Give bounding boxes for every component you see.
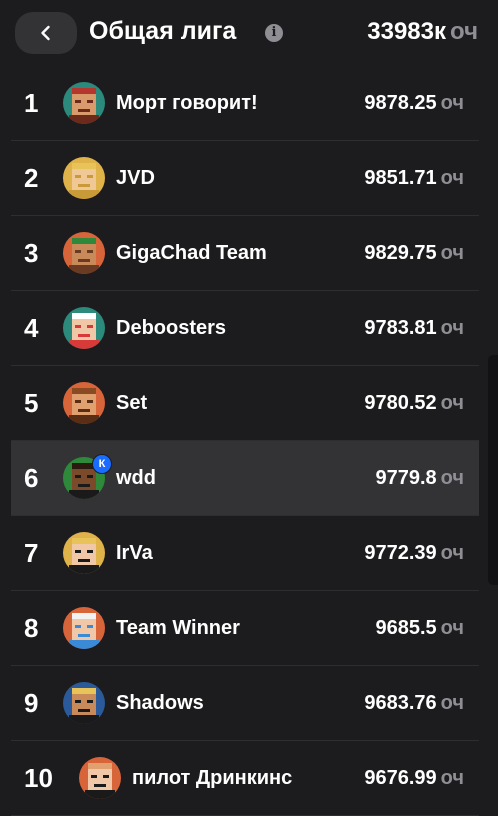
team-score: 9780.52 оч bbox=[364, 366, 464, 441]
avatar bbox=[63, 607, 105, 649]
leaderboard-row[interactable]: 1 Морт говорит! 9878.25 оч bbox=[11, 66, 479, 141]
avatar bbox=[63, 682, 105, 724]
team-score: 9878.25 оч bbox=[364, 66, 464, 141]
score-unit: оч bbox=[440, 392, 464, 414]
leaderboard-row[interactable]: 9 Shadows 9683.76 оч bbox=[11, 666, 479, 741]
avatar bbox=[63, 382, 105, 424]
score-unit: оч bbox=[440, 542, 464, 564]
avatar bbox=[63, 157, 105, 199]
rank-number: 3 bbox=[24, 238, 39, 268]
total-value: 33983к bbox=[367, 18, 446, 45]
team-name: Team Winner bbox=[116, 617, 240, 639]
leaderboard-row[interactable]: 5 Set 9780.52 оч bbox=[11, 366, 479, 441]
score-unit: оч bbox=[440, 467, 464, 489]
rank-number: 10 bbox=[24, 763, 53, 793]
header: Общая лига i 33983к оч bbox=[0, 0, 498, 66]
team-score: 9779.8 оч bbox=[375, 441, 464, 516]
avatar bbox=[63, 232, 105, 274]
score-value: 9676.99 bbox=[364, 767, 437, 789]
leaderboard-row[interactable]: 7 IrVa 9772.39 оч bbox=[11, 516, 479, 591]
leaderboard-row[interactable]: 10 пилот Дринкинс 9676.99 оч bbox=[11, 741, 479, 816]
score-unit: оч bbox=[440, 692, 464, 714]
rank-number: 7 bbox=[24, 538, 39, 568]
score-value: 9783.81 bbox=[364, 317, 437, 339]
back-button[interactable] bbox=[15, 12, 77, 54]
total-unit: оч bbox=[450, 18, 478, 45]
avatar bbox=[79, 757, 121, 799]
team-name: Set bbox=[116, 392, 148, 414]
team-score: 9676.99 оч bbox=[364, 741, 464, 816]
rank-number: 5 bbox=[24, 388, 39, 418]
leaderboard-row[interactable]: 3 GigaChad Team 9829.75 оч bbox=[11, 216, 479, 291]
team-name: Морт говорит! bbox=[116, 92, 258, 114]
score-value: 9772.39 bbox=[364, 542, 437, 564]
avatar bbox=[63, 532, 105, 574]
total-score: 33983к оч bbox=[367, 18, 478, 46]
leaderboard-row[interactable]: 8 Team Winner 9685.5 оч bbox=[11, 591, 479, 666]
team-score: 9685.5 оч bbox=[375, 591, 464, 666]
score-value: 9829.75 bbox=[364, 242, 437, 264]
team-name: Deboosters bbox=[116, 317, 227, 339]
score-value: 9779.8 bbox=[375, 467, 437, 489]
score-value: 9685.5 bbox=[375, 617, 437, 639]
team-score: 9772.39 оч bbox=[364, 516, 464, 591]
leaderboard-row[interactable]: 2 JVD 9851.71 оч bbox=[11, 141, 479, 216]
scrollbar[interactable] bbox=[488, 355, 498, 585]
score-value: 9851.71 bbox=[364, 167, 437, 189]
team-score: 9829.75 оч bbox=[364, 216, 464, 291]
score-value: 9683.76 bbox=[364, 692, 437, 714]
team-name: IrVa bbox=[116, 542, 153, 564]
info-icon[interactable]: i bbox=[265, 24, 283, 42]
score-unit: оч bbox=[440, 767, 464, 789]
score-unit: оч bbox=[440, 242, 464, 264]
leaderboard-row-current-user[interactable]: 6 К wdd 9779.8 оч bbox=[11, 441, 479, 516]
captain-badge: К bbox=[92, 454, 112, 474]
score-value: 9878.25 bbox=[364, 92, 437, 114]
score-unit: оч bbox=[440, 167, 464, 189]
avatar bbox=[63, 307, 105, 349]
team-name: GigaChad Team bbox=[116, 242, 267, 264]
rank-number: 2 bbox=[24, 163, 39, 193]
rank-number: 9 bbox=[24, 688, 39, 718]
rank-number: 8 bbox=[24, 613, 39, 643]
rank-number: 1 bbox=[24, 88, 39, 118]
team-score: 9851.71 оч bbox=[364, 141, 464, 216]
team-name: Shadows bbox=[116, 692, 204, 714]
rank-number: 4 bbox=[24, 313, 39, 343]
avatar bbox=[63, 82, 105, 124]
chevron-left-icon bbox=[41, 25, 50, 41]
team-name: wdd bbox=[116, 467, 156, 489]
rank-number: 6 bbox=[24, 463, 39, 493]
team-name: JVD bbox=[116, 167, 155, 189]
leaderboard-row[interactable]: 4 Deboosters 9783.81 оч bbox=[11, 291, 479, 366]
score-unit: оч bbox=[440, 92, 464, 114]
score-unit: оч bbox=[440, 617, 464, 639]
score-value: 9780.52 bbox=[364, 392, 437, 414]
page-title: Общая лига bbox=[89, 17, 237, 45]
team-score: 9683.76 оч bbox=[364, 666, 464, 741]
team-score: 9783.81 оч bbox=[364, 291, 464, 366]
leaderboard-list: 1 Морт говорит! 9878.25 оч 2 JVD 9851.71 о… bbox=[11, 66, 479, 816]
score-unit: оч bbox=[440, 317, 464, 339]
team-name: пилот Дринкинс bbox=[132, 767, 293, 789]
